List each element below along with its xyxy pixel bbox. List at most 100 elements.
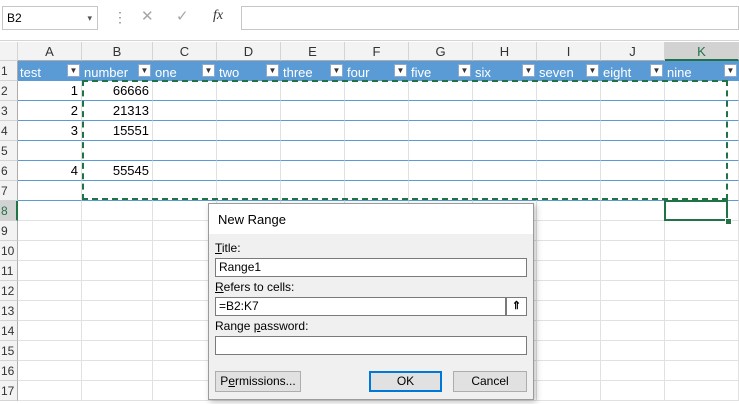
range-title-input[interactable]: Range1 — [215, 258, 527, 277]
table-header-cell[interactable]: two ▼ — [217, 61, 281, 81]
cell[interactable] — [665, 181, 739, 201]
cell[interactable] — [537, 181, 601, 201]
cell[interactable]: 3 — [18, 121, 82, 141]
row-header[interactable]: 5 — [0, 141, 18, 161]
cell[interactable] — [537, 101, 601, 121]
filter-dropdown-icon[interactable]: ▼ — [330, 64, 343, 77]
filter-dropdown-icon[interactable]: ▼ — [650, 64, 663, 77]
row-header[interactable]: 4 — [0, 121, 18, 141]
cell[interactable] — [217, 101, 281, 121]
cell[interactable] — [18, 341, 82, 361]
table-header-cell[interactable]: test ▼ — [18, 61, 82, 81]
column-header[interactable]: H — [473, 42, 537, 61]
cell[interactable] — [601, 121, 665, 141]
cell[interactable] — [665, 281, 739, 301]
cell[interactable] — [665, 81, 739, 101]
cell[interactable]: 2 — [18, 101, 82, 121]
cell[interactable] — [537, 321, 601, 341]
cell[interactable] — [281, 141, 345, 161]
cell[interactable] — [601, 381, 665, 401]
cell[interactable] — [601, 201, 665, 221]
cell[interactable]: 55545 — [82, 161, 153, 181]
cell[interactable] — [601, 161, 665, 181]
cell[interactable] — [665, 161, 739, 181]
cell[interactable] — [18, 321, 82, 341]
row-header[interactable]: 8 — [0, 201, 18, 221]
cell[interactable] — [537, 281, 601, 301]
cell[interactable] — [18, 221, 82, 241]
cell[interactable] — [665, 321, 739, 341]
cell[interactable] — [601, 241, 665, 261]
cell[interactable] — [601, 361, 665, 381]
cell[interactable] — [409, 161, 473, 181]
row-header[interactable]: 2 — [0, 81, 18, 101]
cell[interactable] — [473, 101, 537, 121]
cell[interactable] — [665, 341, 739, 361]
cell[interactable] — [18, 361, 82, 381]
cell[interactable] — [537, 141, 601, 161]
row-header[interactable]: 15 — [0, 341, 18, 361]
enter-formula-icon[interactable]: ✓ — [176, 7, 189, 25]
cell[interactable] — [601, 181, 665, 201]
active-cell-border[interactable] — [664, 200, 728, 221]
cell[interactable] — [601, 321, 665, 341]
cell[interactable] — [345, 181, 409, 201]
cell[interactable] — [409, 81, 473, 101]
row-header[interactable]: 12 — [0, 281, 18, 301]
permissions-button[interactable]: Permissions... — [215, 371, 301, 392]
cell[interactable] — [18, 281, 82, 301]
fill-handle[interactable] — [725, 218, 732, 225]
cell[interactable] — [281, 81, 345, 101]
cell[interactable] — [82, 361, 153, 381]
cell[interactable] — [217, 161, 281, 181]
cell[interactable] — [217, 181, 281, 201]
filter-dropdown-icon[interactable]: ▼ — [138, 64, 151, 77]
column-header[interactable]: K — [665, 42, 739, 61]
cell[interactable] — [153, 101, 217, 121]
cell[interactable] — [82, 281, 153, 301]
cell[interactable] — [18, 201, 82, 221]
table-header-cell[interactable]: four ▼ — [345, 61, 409, 81]
filter-dropdown-icon[interactable]: ▼ — [522, 64, 535, 77]
cell[interactable] — [473, 161, 537, 181]
range-password-input[interactable] — [215, 336, 527, 355]
filter-dropdown-icon[interactable]: ▼ — [202, 64, 215, 77]
cell[interactable] — [537, 241, 601, 261]
column-header[interactable]: D — [217, 42, 281, 61]
cell[interactable] — [601, 81, 665, 101]
filter-dropdown-icon[interactable]: ▼ — [394, 64, 407, 77]
cell[interactable] — [537, 161, 601, 181]
cell[interactable] — [601, 261, 665, 281]
cell[interactable] — [217, 141, 281, 161]
cell[interactable] — [409, 141, 473, 161]
column-header[interactable]: E — [281, 42, 345, 61]
filter-dropdown-icon[interactable]: ▼ — [458, 64, 471, 77]
cell[interactable] — [153, 181, 217, 201]
table-header-cell[interactable]: one ▼ — [153, 61, 217, 81]
cell[interactable] — [82, 301, 153, 321]
drag-handle-icon[interactable]: ⋮ — [113, 9, 127, 26]
cancel-button[interactable]: Cancel — [453, 371, 527, 392]
cell[interactable] — [345, 81, 409, 101]
cell[interactable] — [82, 261, 153, 281]
cell[interactable] — [217, 121, 281, 141]
cell[interactable] — [82, 201, 153, 221]
cell[interactable] — [601, 101, 665, 121]
cell[interactable] — [537, 81, 601, 101]
row-header[interactable]: 1 — [0, 61, 18, 81]
cell[interactable]: 15551 — [82, 121, 153, 141]
row-header[interactable]: 6 — [0, 161, 18, 181]
cell[interactable]: 4 — [18, 161, 82, 181]
cell[interactable] — [153, 121, 217, 141]
column-header[interactable]: C — [153, 42, 217, 61]
cell[interactable] — [473, 121, 537, 141]
filter-dropdown-icon[interactable]: ▼ — [67, 64, 80, 77]
insert-function-icon[interactable]: fx — [213, 8, 223, 24]
row-header[interactable]: 17 — [0, 381, 18, 401]
cell[interactable] — [473, 81, 537, 101]
cell[interactable] — [537, 361, 601, 381]
cell[interactable] — [537, 381, 601, 401]
filter-dropdown-icon[interactable]: ▼ — [266, 64, 279, 77]
cell[interactable] — [665, 101, 739, 121]
table-header-cell[interactable]: three ▼ — [281, 61, 345, 81]
